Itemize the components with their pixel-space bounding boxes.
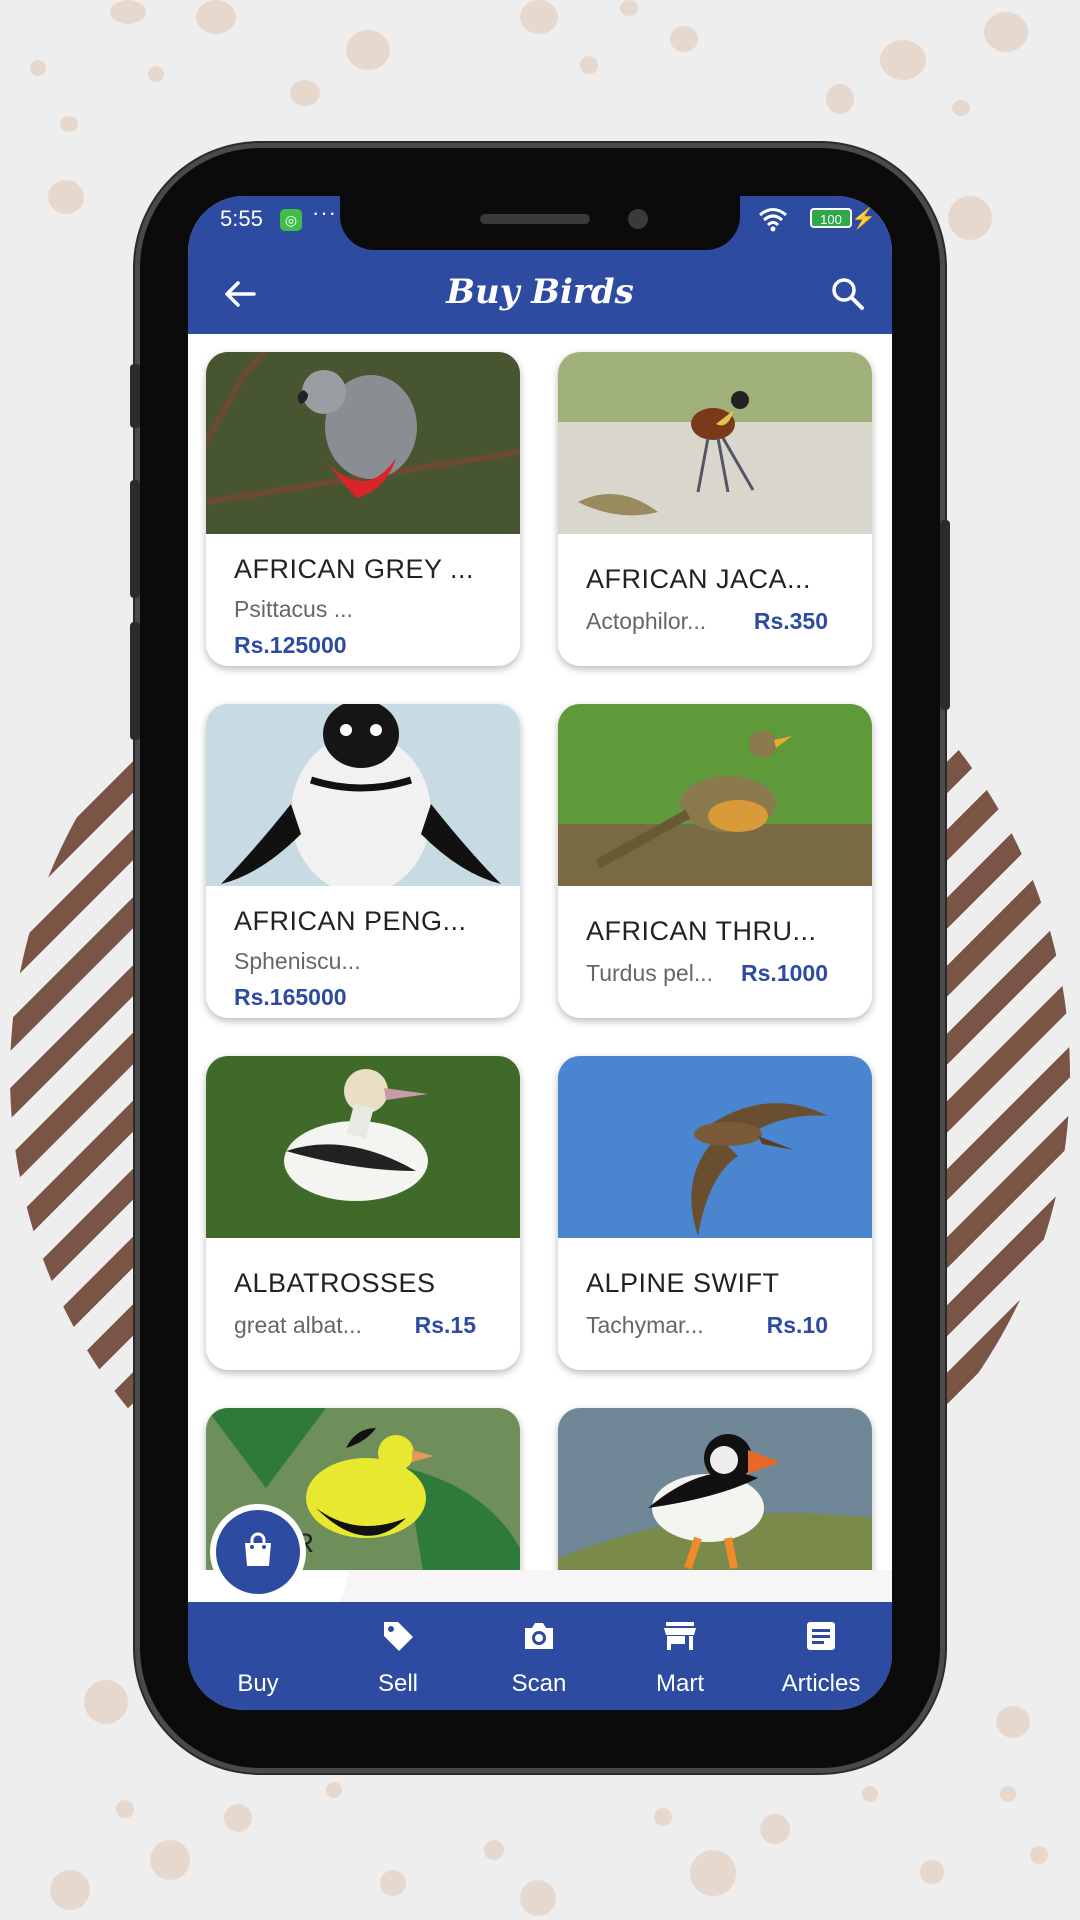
nav-scan[interactable]: Scan (469, 1604, 609, 1704)
store-icon (664, 1622, 696, 1650)
side-button (130, 622, 140, 740)
battery-icon: 100 (810, 208, 852, 228)
bird-photo (558, 1408, 872, 1570)
bird-scientific-name: Spheniscu... (234, 948, 361, 974)
nav-label: Mart (656, 1670, 704, 1697)
article-icon (807, 1622, 835, 1650)
status-bar: 5:55 ◎ ··· 100 ⚡ (188, 196, 892, 252)
bird-price: Rs.1000 (741, 960, 828, 986)
bird-name: ALPINE SWIFT (586, 1268, 780, 1298)
bird-name: AFRICAN GREY ... (234, 554, 475, 584)
bird-card[interactable]: AFRICAN PENG... Spheniscu... Rs.165000 (206, 704, 520, 1018)
bird-scientific-name: Tachymar... (586, 1312, 704, 1338)
bird-name: ALBATROSSES (234, 1268, 436, 1298)
app-screen: 5:55 ◎ ··· 100 ⚡ Buy Birds AFRICAN GREY … (188, 196, 892, 1710)
bird-price: Rs.15 (414, 1312, 476, 1338)
bird-photo (558, 352, 872, 534)
camera-icon (525, 1623, 553, 1649)
charging-icon: ⚡ (851, 208, 876, 230)
nav-sell[interactable]: Sell (328, 1604, 468, 1704)
bird-price: Rs.10 (766, 1312, 828, 1338)
nav-label: Articles (781, 1670, 861, 1697)
bird-card[interactable]: AFRICAN JACA... Actophilor... Rs.350 (558, 352, 872, 666)
nav-articles[interactable]: Articles (751, 1604, 891, 1704)
shopping-bag-icon (245, 1532, 271, 1566)
phone-frame: 5:55 ◎ ··· 100 ⚡ Buy Birds AFRICAN GREY … (130, 148, 950, 1768)
bird-photo (206, 352, 520, 534)
bird-photo (558, 704, 872, 886)
nav-label: Scan (511, 1670, 567, 1697)
nav-label: Buy (237, 1670, 279, 1697)
nav-mart[interactable]: Mart (610, 1604, 750, 1704)
bird-photo (206, 1056, 520, 1238)
bird-photo (206, 704, 520, 886)
app-bar: Buy Birds (188, 252, 892, 334)
bird-price: Rs.165000 (234, 984, 347, 1010)
bird-scientific-name: Actophilor... (586, 608, 707, 634)
page-title: Buy Birds (446, 272, 634, 312)
bird-price: Rs.350 (753, 608, 828, 634)
bird-card[interactable]: ALBATROSSES great albat... Rs.15 (206, 1056, 520, 1370)
bird-scientific-name: Turdus pel... (586, 960, 713, 986)
camera-notch (340, 196, 740, 250)
nav-buy[interactable]: Buy (188, 1604, 328, 1704)
bird-card[interactable]: ALPINE SWIFT Tachymar... Rs.10 (558, 1056, 872, 1370)
bird-card[interactable] (558, 1408, 872, 1570)
bird-name: AFRICAN PENG... (234, 906, 467, 936)
side-button (130, 480, 140, 598)
buy-fab-button[interactable] (216, 1510, 300, 1594)
status-time: 5:55 (220, 206, 263, 231)
tag-icon (384, 1622, 413, 1651)
bird-card[interactable]: AFRICAN GREY ... Psittacus ... Rs.125000 (206, 352, 520, 666)
bird-card[interactable]: AFRICAN THRU... Turdus pel... Rs.1000 (558, 704, 872, 1018)
bird-name: AFRICAN THRU... (586, 916, 817, 946)
bird-grid: AFRICAN GREY ... Psittacus ... Rs.125000 (188, 334, 892, 1570)
bird-scientific-name: Psittacus ... (234, 596, 353, 622)
notification-app-icon: ◎ (280, 209, 302, 231)
side-button (940, 520, 950, 710)
wifi-icon (759, 208, 787, 232)
speaker-grille (480, 214, 590, 224)
bird-price: Rs.125000 (234, 632, 347, 658)
search-icon[interactable] (828, 274, 868, 314)
nav-label: Sell (377, 1670, 419, 1697)
bird-name: AFRICAN JACA... (586, 564, 812, 594)
front-camera (628, 209, 648, 229)
bird-photo (558, 1056, 872, 1238)
bird-scientific-name: great albat... (234, 1312, 362, 1338)
side-button (130, 364, 140, 428)
more-notifications-icon: ··· (312, 200, 337, 225)
